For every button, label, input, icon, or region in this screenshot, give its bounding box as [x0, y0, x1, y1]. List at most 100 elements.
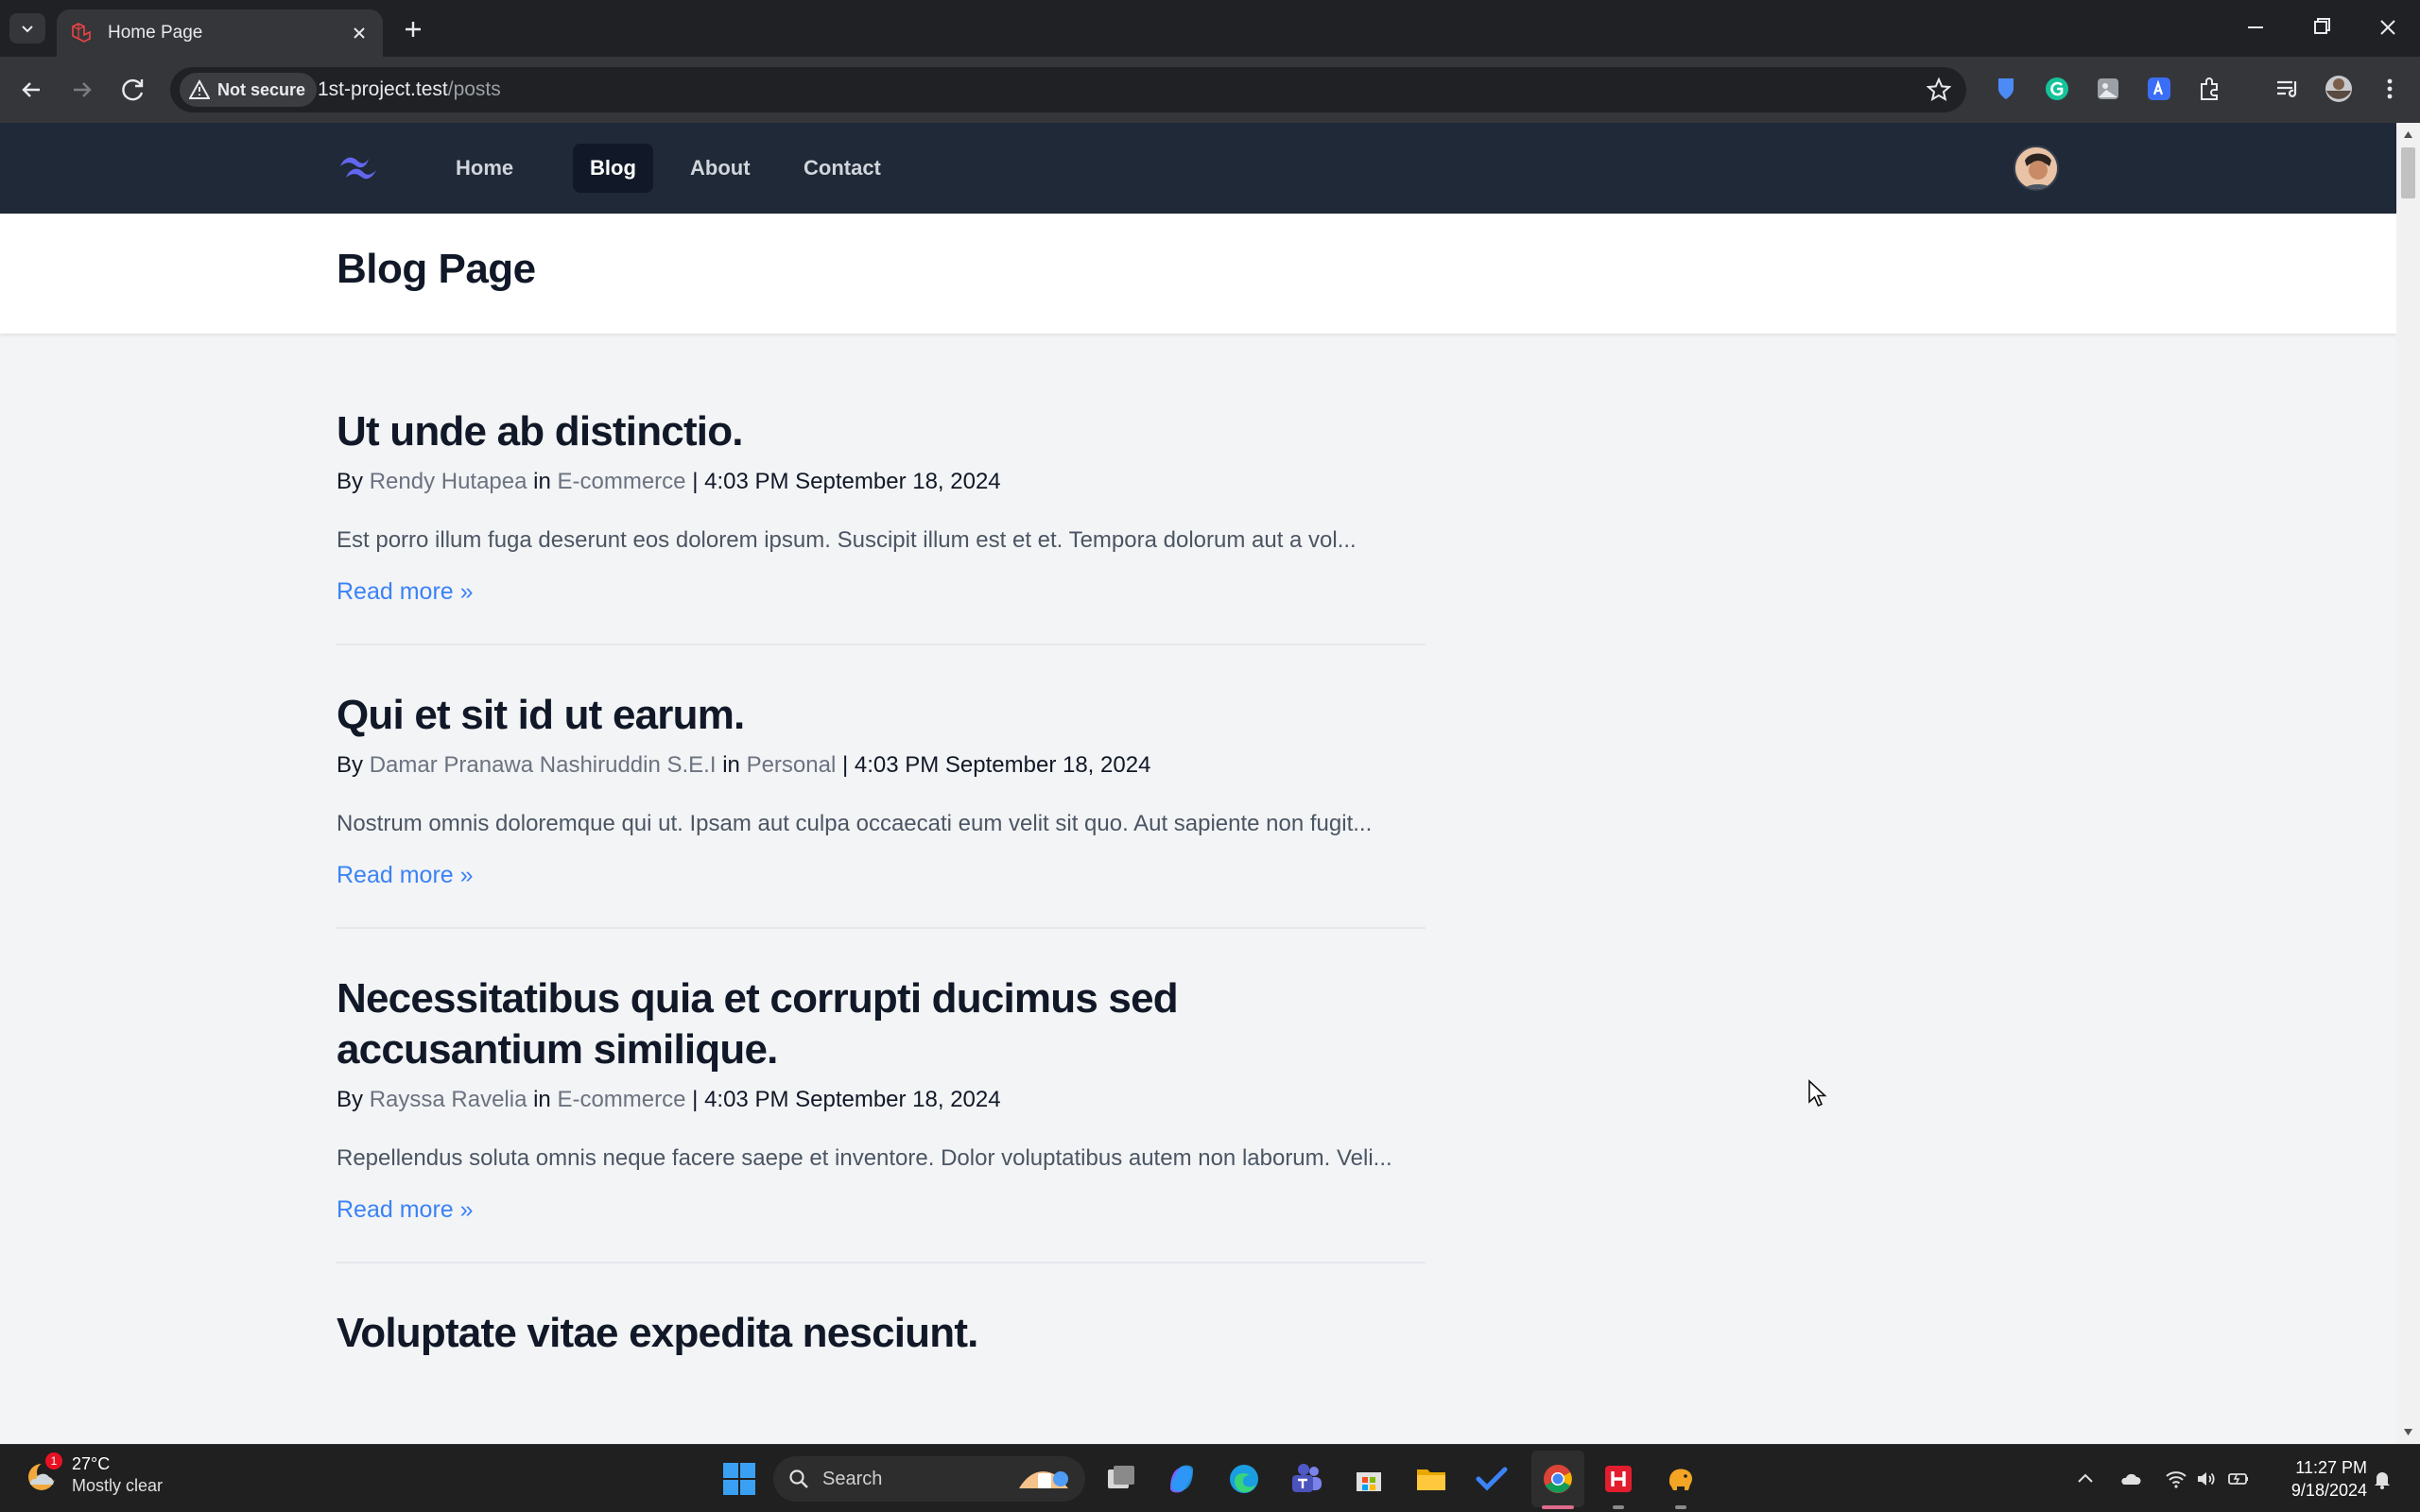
heidi-icon — [1605, 1466, 1632, 1492]
by-label: By — [337, 469, 364, 494]
close-window-icon[interactable] — [2367, 13, 2409, 42]
chrome-icon — [1544, 1465, 1572, 1493]
reload-icon[interactable] — [117, 74, 149, 106]
post-title[interactable]: Ut unde ab distinctio. — [337, 406, 1426, 457]
tab-search-button[interactable] — [9, 13, 45, 43]
close-icon[interactable] — [349, 23, 370, 43]
media-controls-icon[interactable] — [2273, 74, 2303, 104]
copilot-icon — [1170, 1465, 1193, 1493]
url-text: 1st-project.test/posts — [318, 78, 501, 101]
in-label: in — [722, 752, 740, 778]
start-button[interactable] — [718, 1458, 760, 1500]
nav-about-link[interactable]: About — [673, 144, 768, 193]
address-bar[interactable]: Not secure 1st-project.test/posts — [170, 67, 1966, 112]
browser-toolbar: Not secure 1st-project.test/posts — [0, 57, 2420, 123]
read-more-link[interactable]: Read more » — [337, 578, 474, 606]
meta-separator: | — [841, 752, 849, 778]
tableplus-button[interactable] — [1660, 1458, 1702, 1500]
post-item: Qui et sit id ut earum. By Damar Pranawa… — [337, 690, 1426, 929]
url-host: 1st-project.test — [318, 78, 448, 100]
not-secure-label: Not secure — [217, 79, 306, 99]
battery-icon[interactable] — [2227, 1468, 2250, 1490]
teams-button[interactable] — [1286, 1458, 1327, 1500]
folder-icon — [1417, 1469, 1445, 1490]
bitwarden-extension-icon[interactable] — [1991, 74, 2021, 104]
new-tab-icon[interactable] — [399, 15, 427, 43]
scroll-down-arrow-icon[interactable] — [2403, 1428, 2413, 1436]
browser-tab[interactable]: Home Page — [57, 9, 383, 57]
search-highlight-icon — [1019, 1471, 1068, 1488]
profile-avatar-icon[interactable] — [2324, 74, 2354, 104]
security-chip[interactable]: Not secure — [180, 73, 318, 107]
show-hidden-icons-chevron-icon[interactable] — [2074, 1468, 2097, 1490]
taskbar-search[interactable]: Search — [773, 1456, 1085, 1502]
post-date: 4:03 PM September 18, 2024 — [704, 1087, 1001, 1112]
nav-contact-link[interactable]: Contact — [786, 144, 898, 193]
file-explorer-button[interactable] — [1410, 1458, 1452, 1500]
author-link[interactable]: Rendy Hutapea — [370, 469, 527, 494]
search-icon — [789, 1469, 808, 1488]
forward-icon[interactable] — [66, 74, 98, 106]
back-icon[interactable] — [15, 74, 47, 106]
user-avatar[interactable] — [2014, 146, 2059, 191]
translate-extension-icon[interactable] — [2144, 74, 2174, 104]
bookmark-star-icon[interactable] — [1927, 77, 1951, 102]
by-label: By — [337, 1087, 364, 1112]
post-title[interactable]: Necessitatibus quia et corrupti ducimus … — [337, 973, 1426, 1075]
scrollbar-thumb[interactable] — [2401, 147, 2415, 198]
weather-desc: Mostly clear — [72, 1476, 164, 1495]
url-path: /posts — [447, 78, 501, 100]
user-photo-icon — [2015, 147, 2057, 189]
scroll-up-arrow-icon[interactable] — [2403, 130, 2413, 139]
checkmark-icon — [1476, 1467, 1508, 1491]
category-link[interactable]: Personal — [747, 752, 837, 778]
post-meta: By Rayssa Ravelia in E-commerce | 4:03 P… — [337, 1085, 1426, 1115]
minimize-icon[interactable] — [2235, 13, 2276, 42]
restore-icon[interactable] — [2301, 13, 2342, 42]
copilot-button[interactable] — [1161, 1458, 1202, 1500]
read-more-link[interactable]: Read more » — [337, 1196, 474, 1224]
in-label: in — [533, 469, 551, 494]
weather-widget[interactable]: 1 27°C Mostly clear — [25, 1452, 164, 1496]
task-view-button[interactable] — [1100, 1458, 1142, 1500]
post-title[interactable]: Qui et sit id ut earum. — [337, 690, 1426, 741]
taskbar-clock[interactable]: 11:27 PM 9/18/2024 — [2291, 1456, 2367, 1502]
extensions-puzzle-icon[interactable] — [2195, 74, 2225, 104]
post-item: Voluptate vitae expedita nesciunt. — [337, 1308, 1426, 1397]
volume-icon[interactable] — [2195, 1468, 2218, 1490]
nav-home-link[interactable]: Home — [439, 144, 530, 193]
windows-logo-icon — [723, 1463, 755, 1495]
store-button[interactable] — [1348, 1458, 1390, 1500]
read-more-link[interactable]: Read more » — [337, 862, 474, 889]
chrome-button[interactable] — [1537, 1458, 1579, 1500]
author-link[interactable]: Rayssa Ravelia — [370, 1087, 527, 1112]
browser-tab-bar: Home Page — [0, 0, 2420, 57]
wifi-icon[interactable] — [2165, 1468, 2187, 1490]
weather-moon-icon: 1 — [25, 1452, 62, 1494]
tailwind-logo-icon[interactable] — [337, 151, 380, 185]
nav-blog-link[interactable]: Blog — [573, 144, 653, 193]
grammarly-extension-icon[interactable] — [2042, 74, 2072, 104]
notification-bell-icon[interactable] — [2371, 1468, 2394, 1490]
menu-kebab-icon[interactable] — [2375, 74, 2405, 104]
windows-taskbar: 1 27°C Mostly clear Search 11:27 PM 9/18… — [0, 1444, 2420, 1512]
category-link[interactable]: E-commerce — [557, 1087, 685, 1112]
elephant-icon — [1669, 1469, 1692, 1490]
author-link[interactable]: Damar Pranawa Nashiruddin S.E.I — [370, 752, 717, 778]
category-link[interactable]: E-commerce — [558, 469, 686, 494]
edge-button[interactable] — [1223, 1458, 1265, 1500]
heidisql-running-indicator — [1613, 1505, 1624, 1509]
image-extension-icon[interactable] — [2093, 74, 2123, 104]
clock-time: 11:27 PM — [2295, 1458, 2367, 1477]
post-excerpt: Repellendus soluta omnis neque facere sa… — [337, 1145, 1392, 1171]
todo-button[interactable] — [1471, 1458, 1512, 1500]
page-scrollbar[interactable] — [2396, 123, 2420, 1444]
heidisql-button[interactable] — [1598, 1458, 1639, 1500]
tableplus-running-indicator — [1675, 1505, 1686, 1509]
chrome-active-indicator — [1542, 1505, 1574, 1509]
task-view-icon — [1108, 1466, 1134, 1488]
post-title[interactable]: Voluptate vitae expedita nesciunt. — [337, 1308, 1426, 1359]
post-meta: By Damar Pranawa Nashiruddin S.E.I in Pe… — [337, 750, 1426, 781]
store-icon — [1357, 1472, 1381, 1491]
onedrive-cloud-icon[interactable] — [2119, 1468, 2142, 1490]
